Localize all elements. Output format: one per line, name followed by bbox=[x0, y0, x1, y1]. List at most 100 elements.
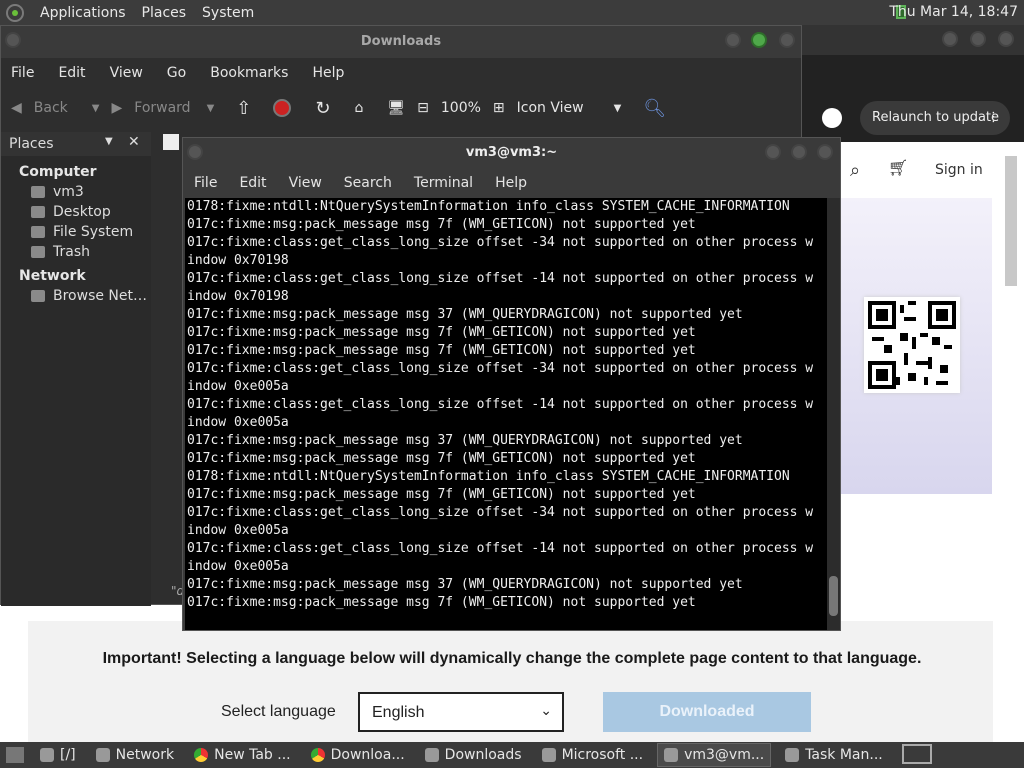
fm-menu-edit[interactable]: Edit bbox=[58, 65, 85, 81]
terminal-line: indow 0xe005a bbox=[187, 523, 289, 538]
sidebar-header[interactable]: Places ▼ ✕ bbox=[1, 132, 151, 156]
network-icon bbox=[31, 290, 45, 302]
terminal-menubar: File Edit View Search Terminal Help bbox=[183, 168, 840, 198]
terminal-line: indow 0x70198 bbox=[187, 253, 289, 268]
terminal-scrollbar[interactable] bbox=[827, 198, 840, 630]
term-menu-view[interactable]: View bbox=[289, 175, 322, 191]
zoom-level: 100% bbox=[440, 100, 481, 116]
terminal-line: 017c:fixme:class:get_class_long_size off… bbox=[187, 505, 814, 520]
fm-menu-go[interactable]: Go bbox=[167, 65, 186, 81]
term-menu-terminal[interactable]: Terminal bbox=[414, 175, 473, 191]
menu-applications[interactable]: Applications bbox=[40, 5, 126, 21]
maximize-icon[interactable] bbox=[791, 144, 807, 160]
close-icon[interactable]: ✕ bbox=[128, 134, 140, 150]
up-button[interactable]: ⇧ bbox=[236, 98, 251, 119]
window-menu-icon[interactable] bbox=[187, 144, 203, 160]
term-menu-edit[interactable]: Edit bbox=[239, 175, 266, 191]
profile-avatar-icon[interactable] bbox=[822, 108, 842, 128]
term-menu-help[interactable]: Help bbox=[495, 175, 527, 191]
minimize-icon[interactable] bbox=[765, 144, 781, 160]
menu-system[interactable]: System bbox=[202, 5, 254, 21]
language-select-value: English bbox=[372, 704, 425, 721]
close-icon[interactable] bbox=[817, 144, 833, 160]
zoom-in-button[interactable]: ⊞ bbox=[493, 100, 505, 116]
file-manager-toolbar: ◀ Back ▼ ▶ Forward ▼ ⇧ ↻ ⌂ 🖥︎ ⊟ 100% ⊞ Icon … bbox=[1, 88, 801, 128]
sidebar-item-vm3[interactable]: vm3 bbox=[1, 180, 151, 200]
reload-button[interactable]: ↻ bbox=[315, 98, 330, 119]
fm-menu-help[interactable]: Help bbox=[312, 65, 344, 81]
stop-button[interactable] bbox=[273, 99, 292, 117]
minimize-icon[interactable] bbox=[942, 31, 958, 47]
fm-menu-file[interactable]: File bbox=[11, 65, 34, 81]
text-file-icon[interactable] bbox=[163, 134, 179, 150]
terminal-output[interactable]: 0178:fixme:ntdll:NtQuerySystemInformatio… bbox=[185, 198, 827, 630]
arrow-left-icon: ◀ bbox=[11, 100, 22, 116]
sidebar-item-file-system[interactable]: File System bbox=[1, 220, 151, 240]
taskbar-item-label: Task Man... bbox=[805, 747, 883, 763]
computer-button[interactable]: 🖥︎ bbox=[387, 100, 405, 116]
app-icon bbox=[541, 748, 556, 762]
taskbar-item[interactable]: vm3@vm... bbox=[657, 743, 772, 767]
taskbar-item-label: Microsoft ... bbox=[561, 747, 644, 763]
minimize-icon[interactable] bbox=[725, 32, 741, 48]
file-manager-titlebar[interactable]: Downloads bbox=[1, 26, 801, 58]
taskbar-item[interactable]: Task Man... bbox=[779, 743, 889, 767]
sidebar-item-trash[interactable]: Trash bbox=[1, 240, 151, 260]
monitor-icon bbox=[785, 748, 800, 762]
fm-menu-view[interactable]: View bbox=[110, 65, 143, 81]
zoom-out-button[interactable]: ⊟ bbox=[417, 100, 429, 116]
chevron-down-icon[interactable]: ▼ bbox=[105, 136, 113, 147]
terminal-line: indow 0xe005a bbox=[187, 415, 289, 430]
important-notice: Important! Selecting a language below wi… bbox=[102, 650, 922, 667]
term-menu-search[interactable]: Search bbox=[344, 175, 392, 191]
taskbar-item-label: Network bbox=[115, 747, 175, 763]
trash-icon bbox=[31, 246, 45, 258]
workspace-switcher[interactable] bbox=[902, 744, 932, 764]
terminal-title: vm3@vm3:~ bbox=[465, 145, 558, 160]
webpage-scrollbar[interactable] bbox=[1005, 156, 1017, 286]
sign-in-link[interactable]: Sign in bbox=[935, 162, 983, 178]
taskbar-item[interactable]: [/] bbox=[34, 743, 82, 767]
close-icon[interactable] bbox=[779, 32, 795, 48]
maximize-icon[interactable] bbox=[751, 32, 767, 48]
window-menu-icon[interactable] bbox=[5, 32, 21, 48]
taskbar-item[interactable]: Network bbox=[90, 743, 180, 767]
taskbar-item[interactable]: Downloads bbox=[419, 743, 528, 767]
term-menu-file[interactable]: File bbox=[194, 175, 217, 191]
relaunch-button[interactable]: Relaunch to update ⋮ bbox=[860, 101, 1010, 135]
forward-button[interactable]: ▶ Forward ▼ bbox=[111, 100, 214, 116]
desktop-icon bbox=[31, 206, 45, 218]
cart-icon[interactable]: 🛒︎ bbox=[888, 158, 908, 177]
scrollbar-thumb[interactable] bbox=[829, 576, 838, 616]
maximize-icon[interactable] bbox=[970, 31, 986, 47]
download-button[interactable]: Downloaded bbox=[603, 692, 811, 732]
sidebar-item-browse-network[interactable]: Browse Net… bbox=[1, 284, 151, 304]
sidebar-item-label: File System bbox=[53, 224, 134, 240]
home-button[interactable]: ⌂ bbox=[354, 100, 363, 116]
more-options-icon[interactable]: ⋮ bbox=[987, 101, 1000, 135]
taskbar: [/] Network New Tab ... Downloa... Downloads… bbox=[0, 742, 1024, 768]
sidebar-item-label: Trash bbox=[53, 244, 90, 260]
fm-menu-bookmarks[interactable]: Bookmarks bbox=[210, 65, 288, 81]
distro-logo-icon[interactable] bbox=[6, 3, 24, 22]
menu-places[interactable]: Places bbox=[142, 5, 187, 21]
terminal-line: 017c:fixme:class:get_class_long_size off… bbox=[187, 397, 814, 412]
language-select[interactable]: English ⌄ bbox=[358, 692, 564, 732]
terminal-titlebar[interactable]: vm3@vm3:~ bbox=[183, 138, 840, 168]
taskbar-item[interactable]: New Tab ... bbox=[188, 743, 297, 767]
terminal-line: indow 0xe005a bbox=[187, 379, 289, 394]
relaunch-label: Relaunch to update bbox=[872, 110, 1000, 125]
back-button[interactable]: ◀ Back ▼ bbox=[11, 100, 99, 116]
close-icon[interactable] bbox=[998, 31, 1014, 47]
back-label: Back bbox=[33, 100, 68, 116]
sidebar-item-desktop[interactable]: Desktop bbox=[1, 200, 151, 220]
taskbar-item[interactable]: Microsoft ... bbox=[536, 743, 650, 767]
search-icon[interactable]: ⌕ bbox=[850, 160, 860, 181]
sidebar-header-label: Places bbox=[9, 136, 54, 152]
search-button[interactable]: 🔍︎ bbox=[643, 98, 666, 119]
clock[interactable]: Thu Mar 14, 18:47 bbox=[889, 4, 1018, 20]
show-desktop-icon[interactable] bbox=[6, 747, 24, 763]
taskbar-item[interactable]: Downloa... bbox=[305, 743, 411, 767]
arrow-right-icon: ▶ bbox=[111, 100, 123, 116]
view-mode-select[interactable]: Icon View ▼ bbox=[517, 100, 622, 116]
